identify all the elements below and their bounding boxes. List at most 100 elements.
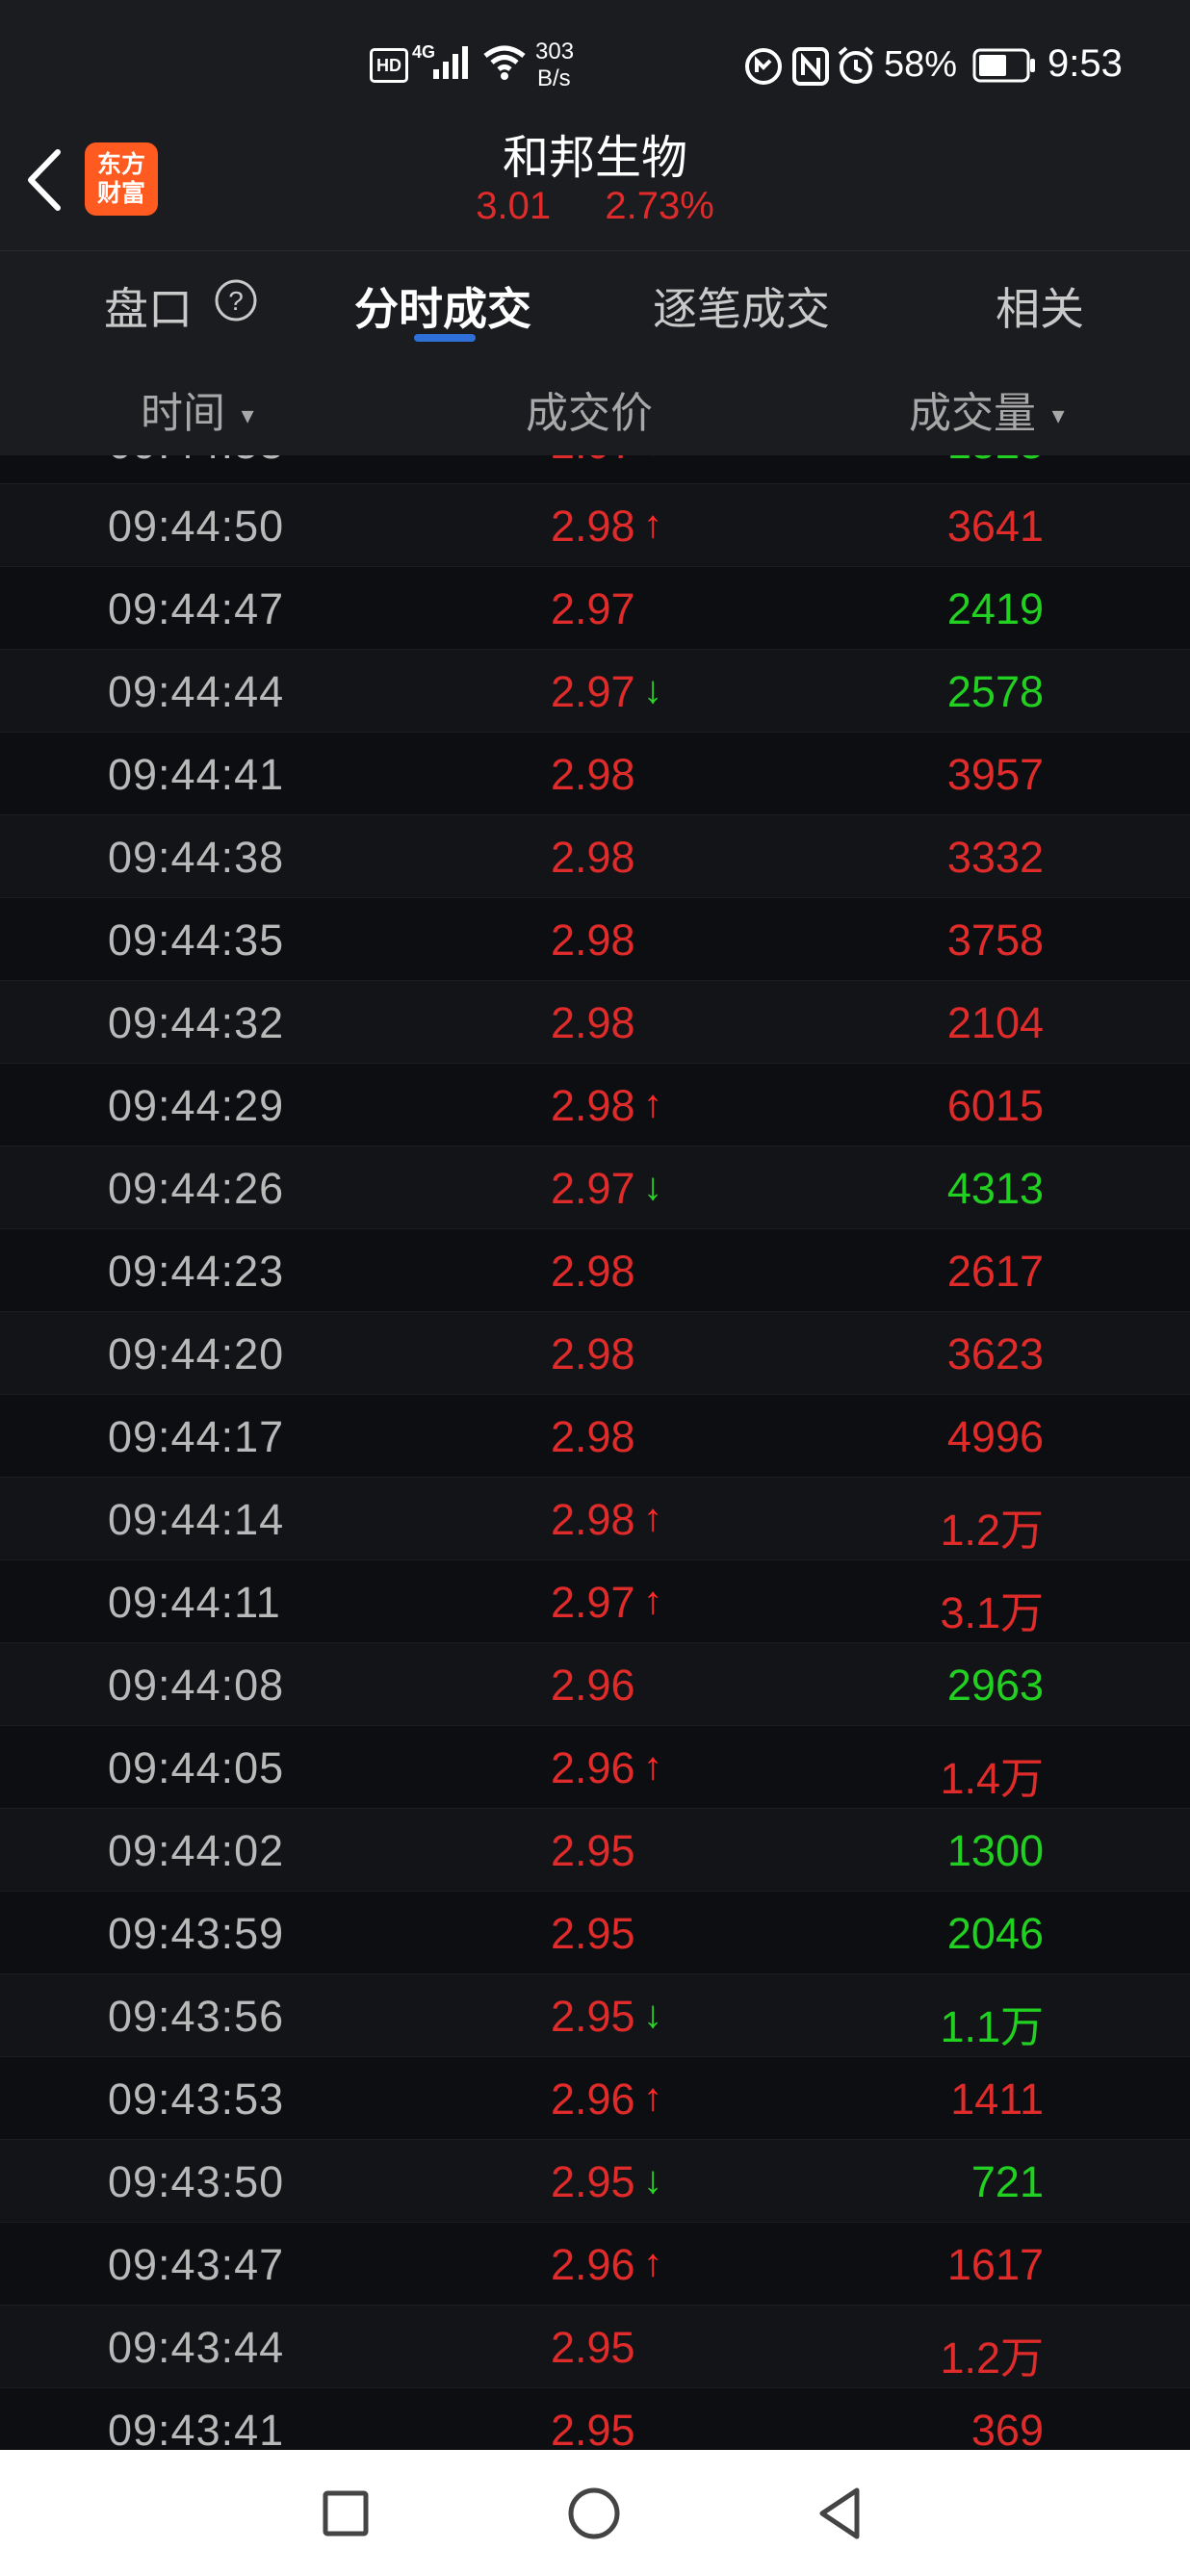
trade-volume: 4996 (946, 1412, 1044, 1461)
column-time[interactable]: 时间 ▼ (141, 378, 258, 440)
trade-rows: 09:44:532.97↓152509:44:502.98↑364109:44:… (0, 455, 1190, 2450)
tab-label: 逐笔成交 (653, 284, 830, 334)
help-icon[interactable]: ? (214, 278, 258, 322)
arrow-up-icon: ↑ (643, 1083, 662, 1125)
trade-price: 2.98 (551, 915, 635, 965)
trade-price: 2.96 (551, 2240, 635, 2289)
net-speed-value: 303 (535, 39, 575, 64)
trade-row: 09:44:08 2.96 2963 (0, 1643, 1190, 1726)
trade-volume: 1617 (946, 2240, 1044, 2289)
nfc-icon (792, 47, 829, 86)
trade-time: 09:44:14 (108, 1495, 285, 1544)
trade-row: 09:44:23 2.98 2617 (0, 1229, 1190, 1312)
recent-apps-icon[interactable] (322, 2486, 370, 2540)
trade-volume: 369 (970, 2406, 1044, 2450)
trade-row: 09:43:56 2.95 ↓ 1.1万 (0, 1974, 1190, 2057)
home-icon[interactable] (566, 2486, 622, 2542)
trade-time: 09:44:50 (108, 502, 285, 551)
trade-row: 09:44:41 2.98 3957 (0, 733, 1190, 815)
trade-time: 09:44:20 (108, 1329, 285, 1378)
trade-row: 09:44:14 2.98 ↑ 1.2万 (0, 1478, 1190, 1560)
svg-text:?: ? (228, 286, 244, 316)
sort-caret-icon: ▼ (1048, 403, 1070, 428)
trade-volume: 3758 (946, 915, 1044, 965)
trade-volume: 3332 (946, 833, 1044, 882)
trade-price: 2.98 (551, 998, 635, 1047)
trade-time: 09:44:47 (108, 584, 285, 633)
tab-label: 相关 (996, 284, 1084, 334)
trade-volume: 1.2万 (940, 2333, 1044, 2383)
trade-price: 2.97 (551, 1578, 635, 1627)
trade-volume: 1.1万 (940, 2002, 1044, 2051)
sort-caret-icon: ▼ (237, 403, 259, 428)
trade-time: 09:44:41 (108, 750, 285, 799)
trade-volume: 1411 (950, 2074, 1044, 2124)
trade-volume: 3957 (946, 750, 1044, 799)
tab-time-trades[interactable]: 分时成交 (354, 274, 531, 338)
tab-label: 盘口 (104, 284, 193, 334)
battery-percent: 58% (884, 44, 958, 85)
hd-badge: HD (370, 48, 408, 83)
trade-row: 09:44:26 2.97 ↓ 4313 (0, 1146, 1190, 1229)
trade-time: 09:44:44 (108, 667, 285, 716)
trade-volume: 3641 (946, 502, 1044, 551)
trade-volume: 6015 (946, 1081, 1044, 1130)
trade-time: 09:44:26 (108, 1164, 285, 1213)
column-volume-label: 成交量 (909, 390, 1036, 437)
trade-price: 2.96 (551, 2074, 635, 2124)
trade-volume: 2104 (946, 998, 1044, 1047)
trade-row: 09:43:53 2.96 ↑ 1411 (0, 2057, 1190, 2140)
trade-time: 09:44:32 (108, 998, 285, 1047)
arrow-up-icon: ↑ (643, 503, 662, 546)
tab-related[interactable]: 相关 (996, 274, 1084, 338)
trade-list[interactable]: 09:44:532.97↓152509:44:502.98↑364109:44:… (0, 455, 1190, 2450)
trade-price: 2.98 (551, 1329, 635, 1378)
trade-volume: 1300 (946, 1826, 1044, 1875)
trade-price: 2.98 (551, 502, 635, 551)
trade-volume: 1525 (947, 455, 1044, 469)
trade-price: 2.97 (551, 584, 635, 633)
trade-price: 2.95 (551, 1909, 635, 1958)
tab-tick-trades[interactable]: 逐笔成交 (653, 274, 830, 338)
back-nav-icon[interactable] (815, 2485, 865, 2542)
trade-price: 2.96 (551, 1661, 635, 1710)
column-price: 成交价 (526, 378, 653, 440)
trade-price: 2.95 (551, 2406, 635, 2450)
arrow-up-icon: ↑ (643, 1580, 662, 1622)
trade-time: 09:43:56 (108, 1992, 285, 2041)
trade-price: 2.98 (551, 1412, 635, 1461)
arrow-down-icon: ↓ (643, 1994, 662, 2036)
trade-time: 09:44:08 (108, 1661, 285, 1710)
trade-time: 09:44:38 (108, 833, 285, 882)
trade-time: 09:44:35 (108, 915, 285, 965)
trade-time: 09:44:29 (108, 1081, 285, 1130)
arrow-down-icon: ↓ (643, 455, 662, 464)
trade-row: 09:44:02 2.95 1300 (0, 1809, 1190, 1892)
trade-price: 2.98 (551, 1247, 635, 1296)
trade-price: 2.95 (551, 2323, 635, 2372)
trade-volume: 2617 (946, 1247, 1044, 1296)
trade-volume: 2578 (946, 667, 1044, 716)
trade-row: 09:44:38 2.98 3332 (0, 815, 1190, 898)
trade-row: 09:44:17 2.98 4996 (0, 1395, 1190, 1478)
column-price-label: 成交价 (526, 390, 653, 437)
column-volume[interactable]: 成交量 ▼ (909, 378, 1069, 440)
wifi-icon (483, 45, 526, 80)
trade-volume: 3623 (946, 1329, 1044, 1378)
trade-price: 2.98 (551, 750, 635, 799)
trade-volume: 721 (970, 2157, 1044, 2206)
signal-icon (433, 46, 468, 79)
trade-time: 09:44:11 (108, 1578, 281, 1627)
trade-row: 09:44:35 2.98 3758 (0, 898, 1190, 981)
stock-change-percent: 2.73% (605, 185, 714, 227)
arrow-up-icon: ↑ (643, 2242, 662, 2284)
trade-row: 09:44:32 2.98 2104 (0, 981, 1190, 1064)
tab-pankou[interactable]: 盘口 (104, 274, 193, 338)
stock-name: 和邦生物 (502, 133, 687, 184)
trade-price: 2.97 (551, 667, 635, 716)
clock: 9:53 (1048, 42, 1123, 85)
trade-time: 09:44:17 (108, 1412, 285, 1461)
trade-row: 09:43:41 2.95 369 (0, 2388, 1190, 2450)
trade-price: 2.95 (551, 1826, 635, 1875)
trade-volume: 3.1万 (940, 1588, 1044, 1637)
